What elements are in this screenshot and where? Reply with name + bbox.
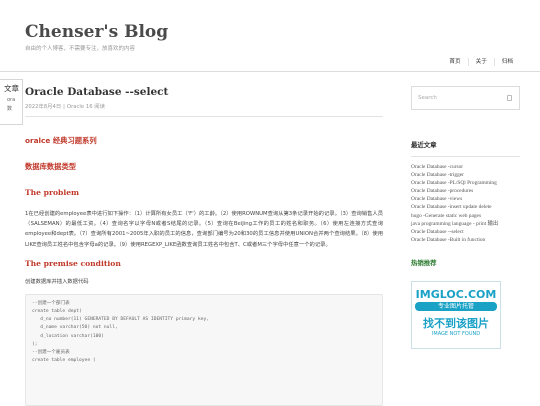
site-description: 自由的个人博客，不需要专注，放喜欢的内容 [25, 46, 136, 52]
heading-problem: The problem [25, 188, 80, 197]
post-meta: 2022年8月4日 | Oracle 16 阅读 [25, 104, 105, 110]
article: Oracle Database --select 2022年8月4日 | Oracl… [25, 86, 383, 406]
recent-posts-list: Oracle Database -cursor Oracle Database … [411, 164, 520, 244]
post-reads: 16 阅读 [85, 104, 105, 110]
promo-brand: IMGLOC.COM [415, 288, 497, 302]
recent-posts-title: 最近文章 [411, 141, 437, 149]
nav-about[interactable]: 关于 [467, 58, 494, 66]
recent-post-link[interactable]: Oracle Database -cursor [411, 164, 520, 172]
code-line: d_location varchar(100) [32, 333, 104, 339]
toc-title: 文章 [4, 84, 19, 93]
recent-post-link[interactable]: Oracle Database -views [411, 196, 520, 204]
recent-divider [411, 156, 520, 157]
search-placeholder: Search [418, 95, 437, 101]
title-divider [25, 116, 383, 117]
recent-post-link[interactable]: Oracle Database -Built in function [411, 237, 520, 245]
toc-item[interactable]: 数 [7, 105, 22, 114]
code-line: create table employee ( [32, 358, 96, 364]
code-line: d_no number(11) GENERATED BY DEFAULT AS … [32, 317, 210, 323]
recent-post-link[interactable]: Oracle Database --select [411, 229, 520, 237]
heading-series: oralce 经典习题系列 [25, 136, 97, 145]
site-title[interactable]: Chenser's Blog [25, 22, 168, 42]
sidebar: Search 最近文章 Oracle Database -cursor Orac… [411, 86, 520, 350]
nav-archive[interactable]: 归档 [493, 58, 520, 66]
post-category[interactable]: Oracle [67, 104, 84, 110]
code-line: ); [32, 341, 38, 347]
nav-home[interactable]: 首页 [442, 58, 467, 66]
heading-data-types: 数据库数据类型 [25, 162, 77, 171]
promo-not-found: 找不到该图片 [423, 317, 489, 331]
recent-post-link[interactable]: java programming language - print 输出 [411, 221, 520, 229]
code-line: create table dept( [32, 309, 82, 315]
search-icon[interactable] [507, 95, 512, 101]
heading-premise: The premise condition [25, 258, 121, 268]
main-nav: 首页 关于 归档 [442, 58, 520, 66]
recent-post-link[interactable]: hugo -Generate static web pages [411, 213, 520, 221]
recent-post-link[interactable]: Oracle Database -insert update delete [411, 204, 520, 212]
premise-text: 创建数据库并插入数据代码 [25, 278, 89, 285]
code-line: --创建一个部门表 [32, 300, 70, 306]
recommend-title: 热销推荐 [411, 259, 437, 268]
table-of-contents: 文章 ora 数 [0, 79, 23, 125]
promo-tagline: 专业图片托管 [415, 302, 497, 312]
toc-item[interactable]: ora [7, 96, 22, 105]
promo-image[interactable]: IMGLOC.COM 专业图片托管 找不到该图片 IMAGE NOT FOUND [411, 281, 501, 350]
post-date: 2022年8月4日 [25, 104, 62, 110]
code-block: --创建一个部门表 create table dept( d_no number… [25, 293, 383, 406]
promo-not-found-en: IMAGE NOT FOUND [431, 331, 481, 338]
code-line: d_name varchar(50) not null, [32, 325, 118, 331]
code-line: --创建一个雇员表 [32, 350, 70, 356]
problem-text: 1在已经创建的employee表中进行如下操作：（1）计算所有女员工（'F'）的… [25, 211, 383, 248]
recent-post-link[interactable]: Oracle Database -trigger [411, 172, 520, 180]
recent-post-link[interactable]: Oracle Database -PL/SQl Programming [411, 180, 520, 188]
search-input[interactable]: Search [411, 86, 520, 110]
header-divider [0, 71, 540, 72]
post-title[interactable]: Oracle Database --select [25, 86, 383, 98]
recent-post-link[interactable]: Oracle Database -procedures [411, 188, 520, 196]
